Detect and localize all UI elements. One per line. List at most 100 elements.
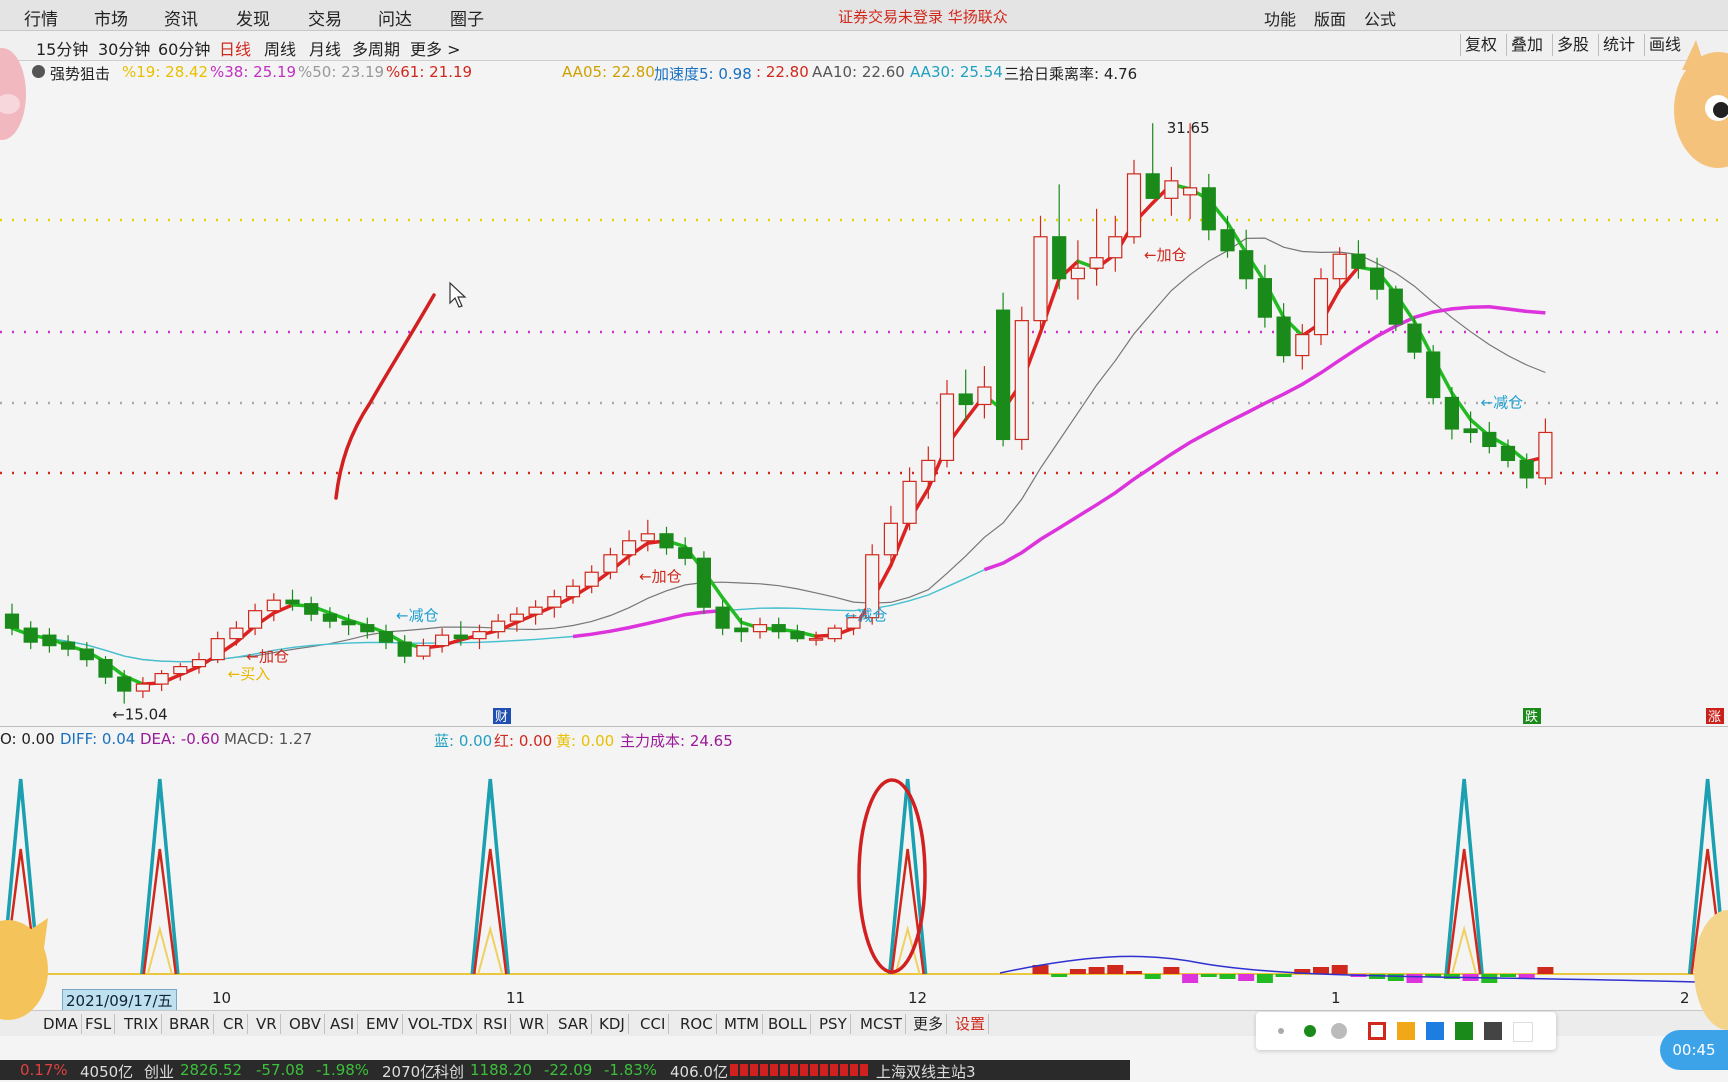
menu-item-market[interactable]: 市场 xyxy=(94,5,128,30)
tab-boll[interactable]: BOLL xyxy=(765,1014,811,1034)
period-15min[interactable]: 15分钟 xyxy=(36,36,88,60)
period-weekly[interactable]: 周线 xyxy=(264,36,296,60)
candle-body[interactable] xyxy=(1108,236,1123,259)
candle-body[interactable] xyxy=(1295,334,1310,357)
color-black-swatch[interactable] xyxy=(1484,1022,1502,1040)
tab-rsi[interactable]: RSI xyxy=(480,1014,512,1034)
large-brush-icon[interactable] xyxy=(1331,1023,1347,1039)
candle-body[interactable] xyxy=(1239,250,1254,280)
server-name[interactable]: 上海双线主站3 xyxy=(876,1061,976,1082)
candle-body[interactable] xyxy=(1089,257,1104,269)
candle-body[interactable] xyxy=(98,659,113,678)
period-daily[interactable]: 日线 xyxy=(219,36,251,60)
candle-body[interactable] xyxy=(304,603,319,615)
die-marker[interactable]: 跌 xyxy=(1525,709,1538,725)
candle-body[interactable] xyxy=(1407,323,1422,353)
candle-body[interactable] xyxy=(1482,431,1497,448)
period-60min[interactable]: 60分钟 xyxy=(158,36,210,60)
candle-body[interactable] xyxy=(509,613,524,622)
candle-body[interactable] xyxy=(547,596,562,608)
candle-body[interactable] xyxy=(640,533,655,542)
candle-body[interactable] xyxy=(1519,459,1534,479)
tab-emv[interactable]: EMV xyxy=(363,1014,403,1034)
candle-body[interactable] xyxy=(1145,173,1160,199)
zhang-marker[interactable]: 涨 xyxy=(1708,710,1721,725)
candle-body[interactable] xyxy=(1014,320,1029,441)
candle-body[interactable] xyxy=(902,480,917,524)
color-white-swatch[interactable] xyxy=(1513,1022,1533,1042)
signal-indicator-chart[interactable] xyxy=(0,751,1728,987)
candle-body[interactable] xyxy=(1313,278,1329,336)
candle-body[interactable] xyxy=(790,631,805,640)
candle-body[interactable] xyxy=(1033,236,1048,322)
candle-body[interactable] xyxy=(1500,445,1516,462)
candle-body[interactable] xyxy=(1276,316,1291,357)
color-red-swatch[interactable] xyxy=(1368,1022,1386,1040)
candle-body[interactable] xyxy=(191,659,207,668)
candle-body[interactable] xyxy=(958,393,973,406)
menu-item-market-quotes[interactable]: 行情 xyxy=(24,5,58,30)
candle-body[interactable] xyxy=(266,599,281,612)
candle-body[interactable] xyxy=(1257,278,1273,318)
candle-body[interactable] xyxy=(603,554,618,573)
menu-item-discover[interactable]: 发现 xyxy=(236,5,270,30)
candle-body[interactable] xyxy=(341,620,356,626)
tab-obv[interactable]: OBV xyxy=(286,1014,325,1034)
candle-body[interactable] xyxy=(808,638,824,641)
candle-body[interactable] xyxy=(1538,431,1553,479)
tab-cci[interactable]: CCI xyxy=(637,1014,670,1034)
candle-body[interactable] xyxy=(1388,288,1403,325)
candle-body[interactable] xyxy=(435,634,450,647)
candle-body[interactable] xyxy=(1070,267,1086,280)
candle-body[interactable] xyxy=(921,459,936,482)
candle-body[interactable] xyxy=(715,606,730,629)
candle-body[interactable] xyxy=(1220,229,1235,252)
candle-body[interactable] xyxy=(659,533,674,549)
color-blue-swatch[interactable] xyxy=(1426,1022,1444,1040)
recording-timer[interactable]: 00:45 xyxy=(1660,1030,1728,1070)
menu-item-formula[interactable]: 公式 xyxy=(1364,6,1396,30)
candle-body[interactable] xyxy=(60,641,76,650)
kc-label[interactable]: 科创 xyxy=(434,1061,464,1082)
candle-body[interactable] xyxy=(995,309,1011,441)
candle-body[interactable] xyxy=(584,571,599,587)
candle-body[interactable] xyxy=(397,641,412,657)
menu-item-ask[interactable]: 问达 xyxy=(378,5,412,30)
menu-item-trade[interactable]: 交易 xyxy=(308,5,342,30)
small-brush-icon[interactable] xyxy=(1278,1028,1284,1034)
candle-body[interactable] xyxy=(1201,187,1216,231)
candle-body[interactable] xyxy=(154,672,169,685)
tab-vr[interactable]: VR xyxy=(253,1014,281,1034)
medium-brush-icon[interactable] xyxy=(1304,1025,1316,1037)
tab-vol-tdx[interactable]: VOL-TDX xyxy=(405,1014,477,1034)
cai-marker[interactable]: 财 xyxy=(495,710,508,725)
period-more[interactable]: 更多 > xyxy=(410,36,461,60)
color-orange-swatch[interactable] xyxy=(1397,1022,1415,1040)
candle-body[interactable] xyxy=(229,627,244,640)
statistics-button[interactable]: 统计 xyxy=(1598,34,1639,56)
tab-kdj[interactable]: KDJ xyxy=(596,1014,629,1034)
candle-body[interactable] xyxy=(1164,180,1179,199)
candle-body[interactable] xyxy=(173,665,188,675)
candle-body[interactable] xyxy=(1332,253,1347,280)
candle-body[interactable] xyxy=(621,540,637,556)
candle-body[interactable] xyxy=(678,547,693,559)
candle-body[interactable] xyxy=(528,606,543,615)
menu-item-news[interactable]: 资讯 xyxy=(164,5,198,30)
indicator-name[interactable]: 强势狙击 xyxy=(50,63,110,84)
candle-body[interactable] xyxy=(939,393,955,462)
multi-stock-button[interactable]: 多股 xyxy=(1552,34,1593,56)
tab-roc[interactable]: ROC xyxy=(677,1014,717,1034)
candle-body[interactable] xyxy=(4,613,20,629)
candlestick-chart[interactable]: 31.65 ←15.04 ←买入 ←加仓 ←减仓 ←加仓 ←减仓 ←加仓 ←减仓… xyxy=(0,83,1728,726)
login-notice[interactable]: 证券交易未登录 华扬联众 xyxy=(838,6,1008,27)
candle-body[interactable] xyxy=(42,634,57,647)
overlay-button[interactable]: 叠加 xyxy=(1506,34,1547,56)
menu-item-function[interactable]: 功能 xyxy=(1264,6,1296,30)
candle-body[interactable] xyxy=(827,627,842,640)
candle-body[interactable] xyxy=(977,386,992,406)
restore-rights-button[interactable]: 复权 xyxy=(1460,34,1501,56)
menu-item-layout[interactable]: 版面 xyxy=(1314,6,1346,30)
color-green-swatch[interactable] xyxy=(1455,1022,1473,1040)
tab-mtm[interactable]: MTM xyxy=(721,1014,764,1034)
